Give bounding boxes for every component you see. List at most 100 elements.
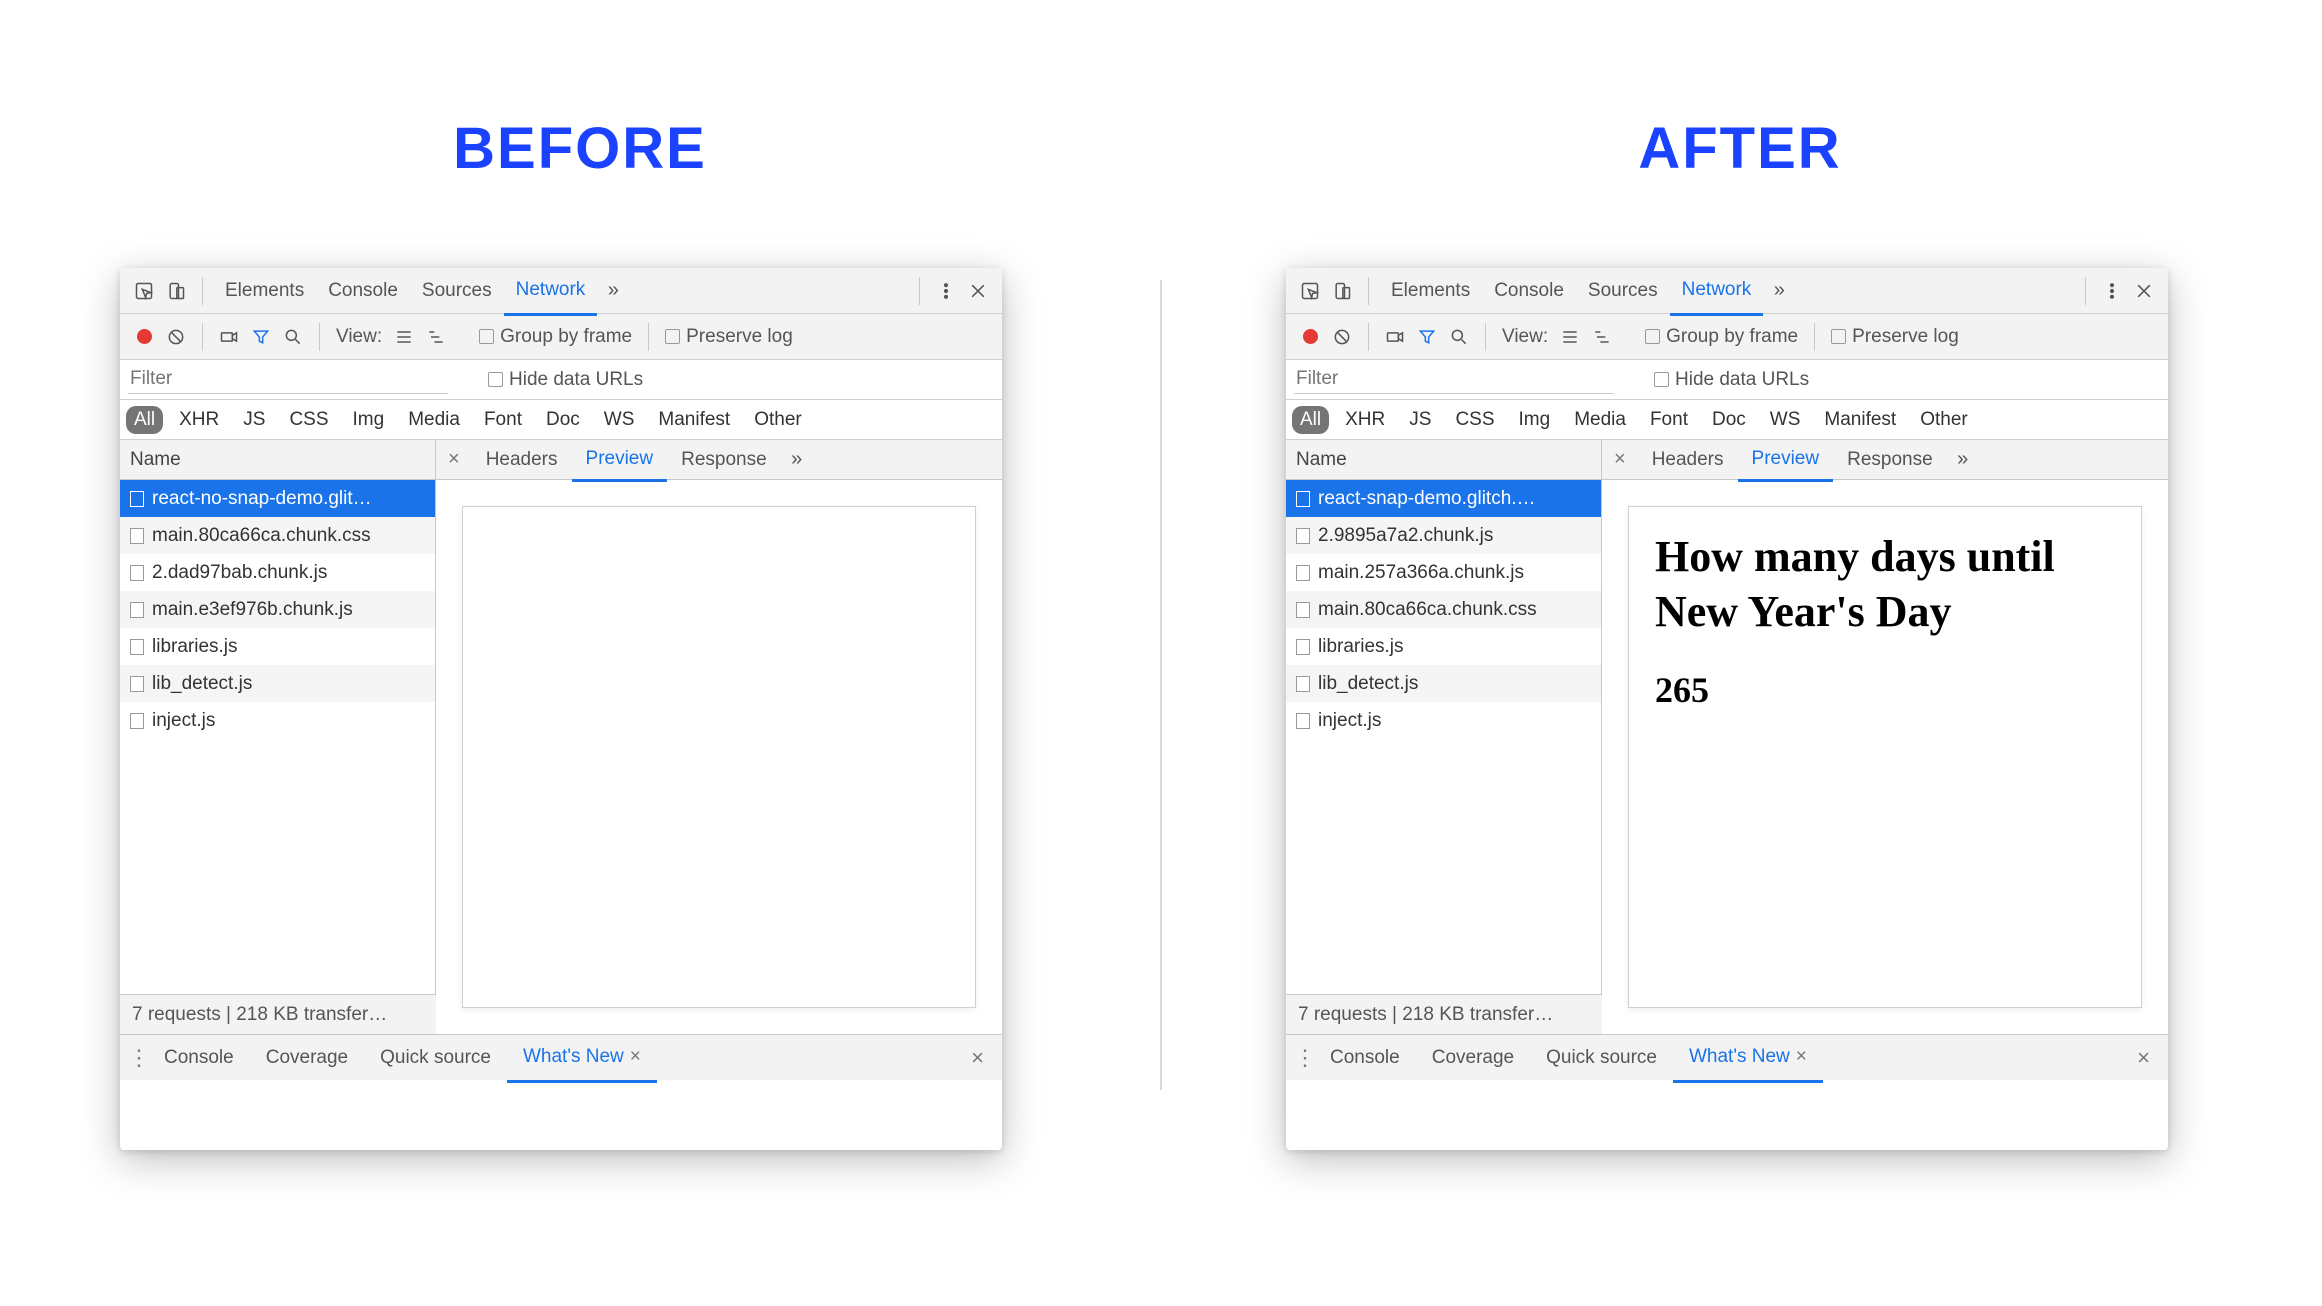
- tab-headers[interactable]: Headers: [1638, 440, 1738, 480]
- filter-img[interactable]: Img: [345, 406, 393, 434]
- camera-icon[interactable]: [217, 325, 241, 349]
- request-row[interactable]: 2.dad97bab.chunk.js: [120, 554, 435, 591]
- filter-all[interactable]: All: [126, 406, 163, 434]
- search-icon[interactable]: [281, 325, 305, 349]
- request-row[interactable]: lib_detect.js: [1286, 665, 1601, 702]
- filter-css[interactable]: CSS: [281, 406, 336, 434]
- filter-font[interactable]: Font: [476, 406, 530, 434]
- preserve-log-checkbox[interactable]: Preserve log: [665, 326, 793, 348]
- inspect-element-icon[interactable]: [1298, 279, 1322, 303]
- request-row[interactable]: lib_detect.js: [120, 665, 435, 702]
- group-by-frame-checkbox[interactable]: Group by frame: [1645, 326, 1798, 348]
- drawer-menu-icon[interactable]: ⋮: [1294, 1045, 1314, 1071]
- inspect-element-icon[interactable]: [132, 279, 156, 303]
- filter-funnel-icon[interactable]: [249, 325, 273, 349]
- clear-icon[interactable]: [164, 325, 188, 349]
- filter-img[interactable]: Img: [1511, 406, 1559, 434]
- drawer-console[interactable]: Console: [148, 1035, 250, 1081]
- close-tab-icon[interactable]: ×: [1796, 1046, 1807, 1067]
- tab-preview[interactable]: Preview: [1738, 439, 1834, 482]
- more-detail-tabs-icon[interactable]: [785, 448, 809, 472]
- drawer-menu-icon[interactable]: ⋮: [128, 1045, 148, 1071]
- tab-network[interactable]: Network: [504, 267, 598, 316]
- clear-icon[interactable]: [1330, 325, 1354, 349]
- filter-doc[interactable]: Doc: [538, 406, 588, 434]
- tab-console[interactable]: Console: [316, 268, 410, 314]
- request-row[interactable]: libraries.js: [120, 628, 435, 665]
- request-row[interactable]: inject.js: [120, 702, 435, 739]
- filter-other[interactable]: Other: [1912, 406, 1976, 434]
- large-rows-icon[interactable]: [392, 325, 416, 349]
- tab-response[interactable]: Response: [1833, 440, 1947, 480]
- filter-css[interactable]: CSS: [1447, 406, 1502, 434]
- drawer-whats-new[interactable]: What's New×: [1673, 1034, 1823, 1083]
- filter-ws[interactable]: WS: [1762, 406, 1809, 434]
- tab-sources[interactable]: Sources: [1576, 268, 1670, 314]
- filter-ws[interactable]: WS: [596, 406, 643, 434]
- filter-xhr[interactable]: XHR: [171, 406, 227, 434]
- tab-response[interactable]: Response: [667, 440, 781, 480]
- group-by-frame-checkbox[interactable]: Group by frame: [479, 326, 632, 348]
- request-row[interactable]: main.257a366a.chunk.js: [1286, 554, 1601, 591]
- tab-elements[interactable]: Elements: [213, 268, 316, 314]
- filter-manifest[interactable]: Manifest: [1816, 406, 1904, 434]
- preserve-log-checkbox[interactable]: Preserve log: [1831, 326, 1959, 348]
- tab-network[interactable]: Network: [1670, 267, 1764, 316]
- drawer-whats-new[interactable]: What's New×: [507, 1034, 657, 1083]
- name-column-header[interactable]: Name: [1286, 440, 1601, 480]
- tab-preview[interactable]: Preview: [572, 439, 668, 482]
- tab-sources[interactable]: Sources: [410, 268, 504, 314]
- drawer-coverage[interactable]: Coverage: [250, 1035, 364, 1081]
- search-icon[interactable]: [1447, 325, 1471, 349]
- kebab-menu-icon[interactable]: [2100, 279, 2124, 303]
- filter-funnel-icon[interactable]: [1415, 325, 1439, 349]
- filter-js[interactable]: JS: [1401, 406, 1439, 434]
- tab-headers[interactable]: Headers: [472, 440, 572, 480]
- camera-icon[interactable]: [1383, 325, 1407, 349]
- close-details-icon[interactable]: ×: [436, 448, 472, 471]
- device-toolbar-icon[interactable]: [164, 279, 188, 303]
- waterfall-icon[interactable]: [1590, 325, 1614, 349]
- filter-manifest[interactable]: Manifest: [650, 406, 738, 434]
- record-icon[interactable]: [132, 325, 156, 349]
- filter-js[interactable]: JS: [235, 406, 273, 434]
- tab-console[interactable]: Console: [1482, 268, 1576, 314]
- filter-media[interactable]: Media: [400, 406, 468, 434]
- request-row[interactable]: react-snap-demo.glitch.…: [1286, 480, 1601, 517]
- close-devtools-icon[interactable]: [2132, 279, 2156, 303]
- tab-elements[interactable]: Elements: [1379, 268, 1482, 314]
- close-tab-icon[interactable]: ×: [630, 1046, 641, 1067]
- hide-data-urls-checkbox[interactable]: Hide data URLs: [1654, 369, 1809, 391]
- filter-font[interactable]: Font: [1642, 406, 1696, 434]
- filter-media[interactable]: Media: [1566, 406, 1634, 434]
- close-drawer-icon[interactable]: ×: [2127, 1045, 2160, 1071]
- request-row[interactable]: main.e3ef976b.chunk.js: [120, 591, 435, 628]
- large-rows-icon[interactable]: [1558, 325, 1582, 349]
- close-details-icon[interactable]: ×: [1602, 448, 1638, 471]
- filter-all[interactable]: All: [1292, 406, 1329, 434]
- name-column-header[interactable]: Name: [120, 440, 435, 480]
- device-toolbar-icon[interactable]: [1330, 279, 1354, 303]
- drawer-coverage[interactable]: Coverage: [1416, 1035, 1530, 1081]
- more-tabs-icon[interactable]: [1767, 279, 1791, 303]
- record-icon[interactable]: [1298, 325, 1322, 349]
- kebab-menu-icon[interactable]: [934, 279, 958, 303]
- close-drawer-icon[interactable]: ×: [961, 1045, 994, 1071]
- request-row[interactable]: main.80ca66ca.chunk.css: [120, 517, 435, 554]
- more-detail-tabs-icon[interactable]: [1951, 448, 1975, 472]
- request-row[interactable]: react-no-snap-demo.glit…: [120, 480, 435, 517]
- filter-other[interactable]: Other: [746, 406, 810, 434]
- filter-input[interactable]: [1294, 366, 1614, 394]
- waterfall-icon[interactable]: [424, 325, 448, 349]
- hide-data-urls-checkbox[interactable]: Hide data URLs: [488, 369, 643, 391]
- drawer-console[interactable]: Console: [1314, 1035, 1416, 1081]
- request-row[interactable]: 2.9895a7a2.chunk.js: [1286, 517, 1601, 554]
- request-row[interactable]: libraries.js: [1286, 628, 1601, 665]
- more-tabs-icon[interactable]: [601, 279, 625, 303]
- close-devtools-icon[interactable]: [966, 279, 990, 303]
- filter-input[interactable]: [128, 366, 448, 394]
- filter-doc[interactable]: Doc: [1704, 406, 1754, 434]
- filter-xhr[interactable]: XHR: [1337, 406, 1393, 434]
- request-row[interactable]: inject.js: [1286, 702, 1601, 739]
- request-row[interactable]: main.80ca66ca.chunk.css: [1286, 591, 1601, 628]
